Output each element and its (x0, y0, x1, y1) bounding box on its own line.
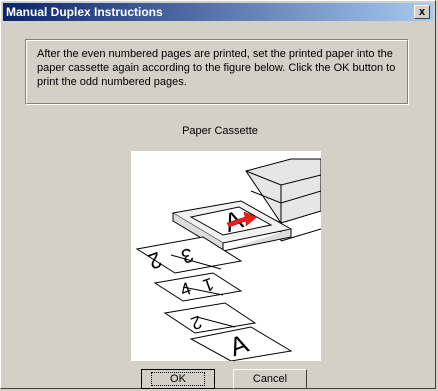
cancel-button-label: Cancel (252, 373, 288, 385)
dialog-window: Manual Duplex Instructions x After the e… (0, 0, 436, 389)
ok-button[interactable]: OK (141, 369, 215, 389)
window-title: Manual Duplex Instructions (6, 5, 163, 19)
instructions-group: After the even numbered pages are printe… (25, 39, 409, 105)
close-button[interactable]: x (414, 5, 430, 19)
instructions-text: After the even numbered pages are printe… (37, 48, 396, 88)
ok-button-label: OK (151, 372, 205, 386)
close-icon: x (418, 5, 426, 18)
paper-cassette-illustration: A 2 3 4 1 2 A (135, 158, 322, 362)
cancel-button[interactable]: Cancel (233, 369, 307, 389)
title-bar[interactable]: Manual Duplex Instructions x (3, 3, 433, 21)
paper-cassette-figure: A 2 3 4 1 2 A (131, 151, 322, 362)
figure-caption: Paper Cassette (182, 125, 258, 137)
